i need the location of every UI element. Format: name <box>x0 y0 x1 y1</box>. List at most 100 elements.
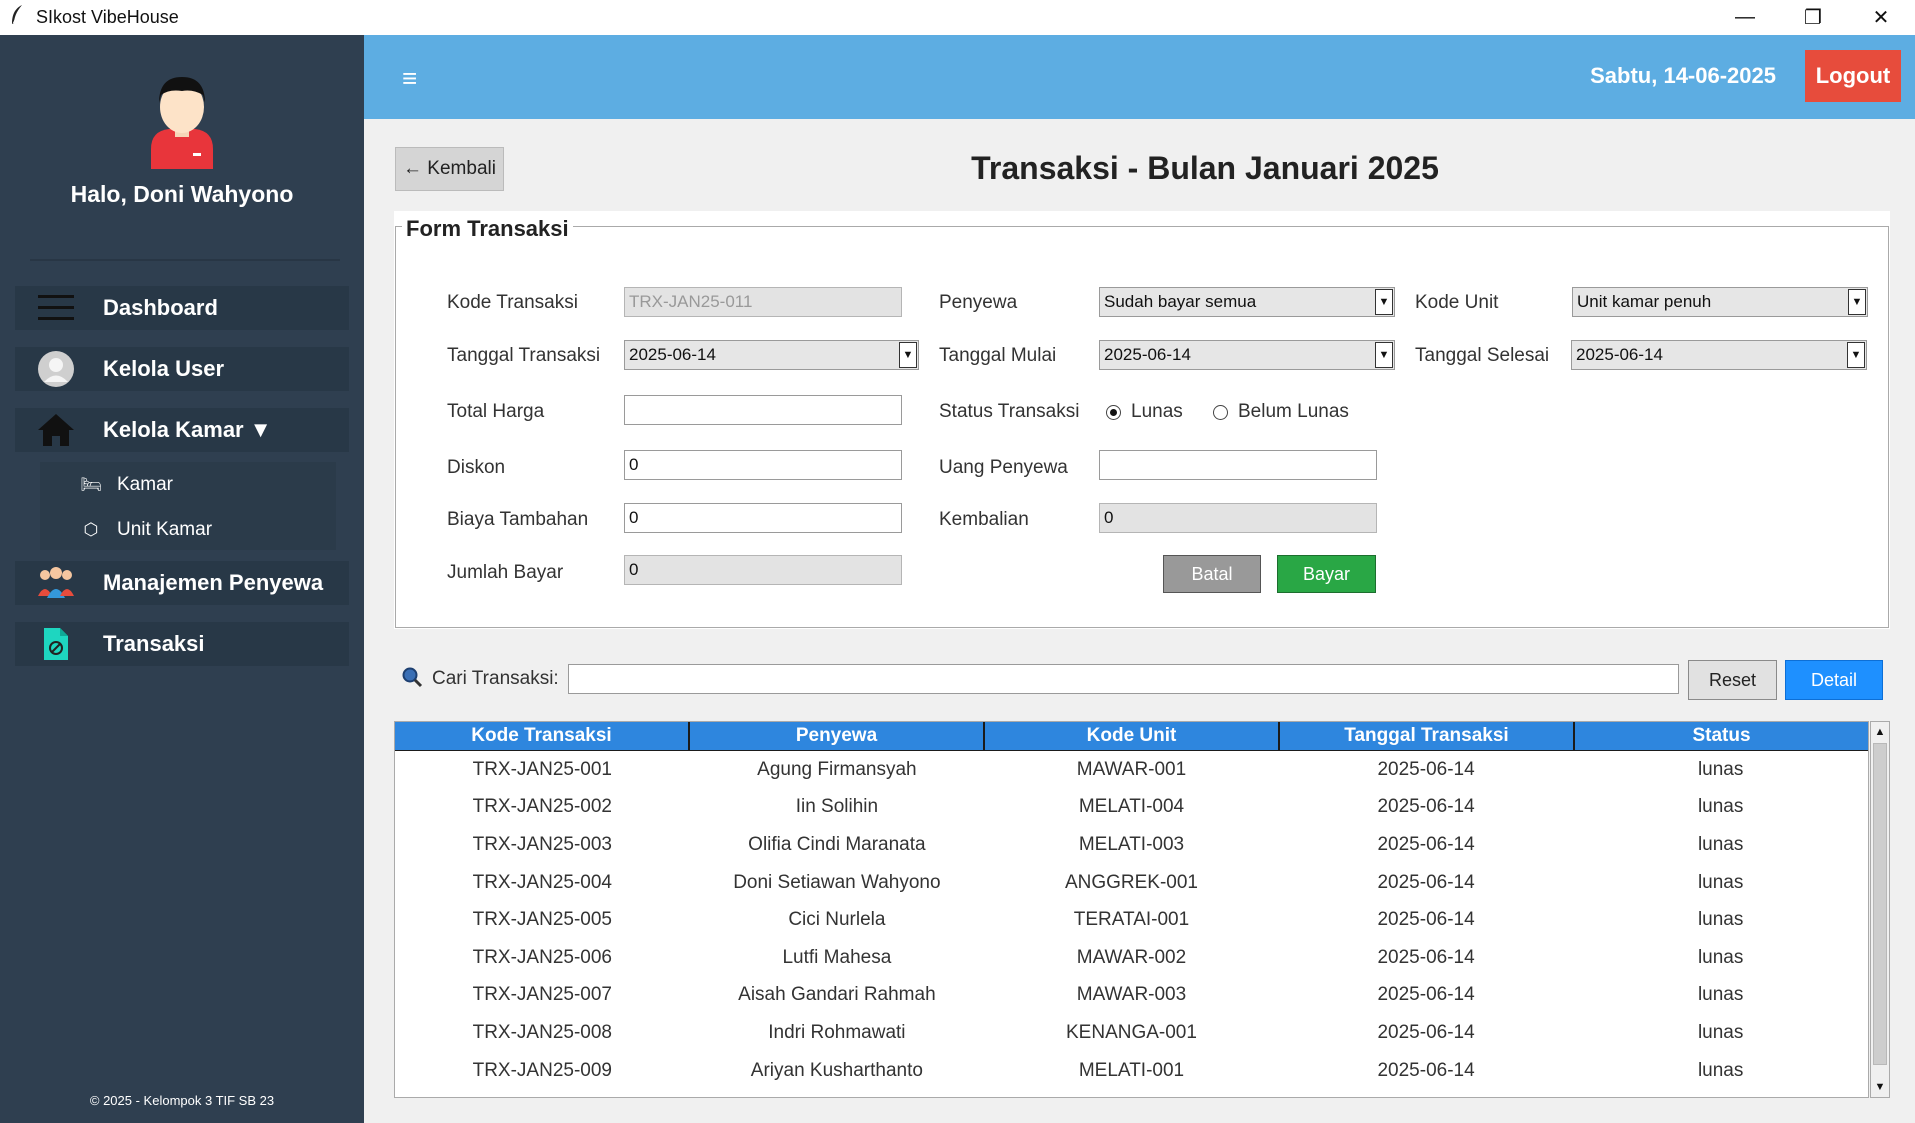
status-belum-lunas-radio[interactable]: Belum Lunas <box>1213 401 1349 423</box>
table-row[interactable]: TRX-JAN25-001 Agung Firmansyah MAWAR-001 20… <box>395 751 1868 789</box>
bayar-button[interactable]: Bayar <box>1277 555 1376 593</box>
tanggal-mulai-label: Tanggal Mulai <box>939 345 1057 366</box>
sidebar-subitem-label: Kamar <box>117 474 173 495</box>
table-row[interactable]: TRX-JAN25-008 Indri Rohmawati KENANGA-001 2… <box>395 1014 1868 1052</box>
batal-button[interactable]: Batal <box>1163 555 1261 593</box>
detail-button[interactable]: Detail <box>1785 660 1883 700</box>
table-cell: 2025-06-14 <box>1377 758 1475 780</box>
tanggal-mulai-value: 2025-06-14 <box>1104 345 1191 364</box>
dropdown-arrow-icon[interactable]: ▼ <box>1847 342 1865 368</box>
table-cell: lunas <box>1697 984 1744 1006</box>
table-cell: Doni Setiawan Wahyono <box>733 871 941 893</box>
column-header[interactable]: Status <box>1575 722 1868 751</box>
kode-unit-value: Unit kamar penuh <box>1577 292 1712 311</box>
scrollbar-thumb[interactable] <box>1873 743 1887 1065</box>
radio-label: Belum Lunas <box>1238 401 1349 422</box>
table-cell: TRX-JAN25-003 <box>472 833 612 855</box>
table-cell: Olifia Cindi Maranata <box>748 833 926 855</box>
table-cell: lunas <box>1697 909 1744 931</box>
table-row[interactable]: TRX-JAN25-004 Doni Setiawan Wahyono ANGGRE… <box>395 864 1868 902</box>
people-icon <box>36 563 76 603</box>
scroll-up-arrow-icon[interactable]: ▲ <box>1871 723 1889 741</box>
table-cell: lunas <box>1697 796 1744 818</box>
table-cell: MAWAR-003 <box>1076 984 1187 1006</box>
table-cell: 2025-06-14 <box>1377 1021 1475 1043</box>
table-row[interactable]: TRX-JAN25-005 Cici Nurlela TERATAI-001 2025… <box>395 901 1868 939</box>
window-titlebar: SIkost VibeHouse — ❐ ✕ <box>0 0 1915 35</box>
uang-penyewa-label: Uang Penyewa <box>939 457 1068 478</box>
table-cell: lunas <box>1697 1021 1744 1043</box>
table-cell: 2025-06-14 <box>1377 946 1475 968</box>
user-avatar-icon <box>145 69 219 169</box>
table-cell: 2025-06-14 <box>1377 871 1475 893</box>
dropdown-arrow-icon[interactable]: ▼ <box>1848 289 1866 315</box>
search-input[interactable] <box>568 664 1679 694</box>
table-cell: MELATI-001 <box>1078 1059 1185 1081</box>
table-cell: Ariyan Kusharthanto <box>750 1059 923 1081</box>
current-date: Sabtu, 14-06-2025 <box>1590 63 1776 88</box>
diskon-label: Diskon <box>447 457 506 478</box>
sidebar-item-manajemen-penyewa[interactable]: Manajemen Penyewa <box>15 561 349 605</box>
close-button[interactable]: ✕ <box>1847 0 1915 35</box>
penyewa-label: Penyewa <box>939 292 1018 313</box>
search-label: Cari Transaksi: <box>432 668 559 689</box>
back-button[interactable]: ← Kembali <box>395 147 504 191</box>
column-header[interactable]: Penyewa <box>690 722 985 751</box>
biaya-tambahan-label: Biaya Tambahan <box>447 509 589 530</box>
minimize-button[interactable]: — <box>1711 0 1779 35</box>
kode-transaksi-field[interactable]: TRX-JAN25-011 <box>624 287 902 317</box>
scroll-down-arrow-icon[interactable]: ▼ <box>1871 1078 1889 1096</box>
table-cell: lunas <box>1697 871 1744 893</box>
kode-unit-combo[interactable]: Unit kamar penuh ▼ <box>1572 287 1868 317</box>
sidebar-item-dashboard[interactable]: Dashboard <box>15 286 349 330</box>
status-lunas-radio[interactable]: Lunas <box>1106 401 1183 423</box>
jumlah-bayar-field[interactable]: 0 <box>624 555 902 585</box>
sidebar-item-label: Kelola User <box>103 356 225 381</box>
tanggal-transaksi-combo[interactable]: 2025-06-14 ▼ <box>624 340 919 370</box>
table-row[interactable]: TRX-JAN25-007 Aisah Gandari Rahmah MAWAR-0… <box>395 977 1868 1015</box>
tanggal-selesai-combo[interactable]: 2025-06-14 ▼ <box>1571 340 1867 370</box>
dropdown-arrow-icon[interactable]: ▼ <box>1375 342 1393 368</box>
reset-button[interactable]: Reset <box>1688 660 1777 700</box>
table-cell: TRX-JAN25-002 <box>472 796 612 818</box>
dropdown-arrow-icon[interactable]: ▼ <box>899 342 917 368</box>
table-row[interactable]: TRX-JAN25-009 Ariyan Kusharthanto MELATI-0… <box>395 1052 1868 1090</box>
sidebar-subitem-kamar[interactable]: 🛏 Kamar <box>40 465 336 505</box>
table-cell: 2025-06-14 <box>1377 1059 1475 1081</box>
table-cell: Agung Firmansyah <box>757 758 917 780</box>
hamburger-menu-button[interactable]: ≡ <box>402 63 417 94</box>
table-row[interactable]: TRX-JAN25-003 Olifia Cindi Maranata MELATI… <box>395 826 1868 864</box>
kembalian-field[interactable]: 0 <box>1099 503 1377 533</box>
logout-button[interactable]: Logout <box>1805 50 1901 102</box>
kembalian-label: Kembalian <box>939 509 1029 530</box>
radio-unselected-icon <box>1213 404 1228 420</box>
table-cell: ANGGREK-001 <box>1064 871 1198 893</box>
diskon-field[interactable]: 0 <box>624 450 902 480</box>
sidebar-subitem-unit-kamar[interactable]: ⬡ Unit Kamar <box>40 510 336 550</box>
sidebar-item-kelola-kamar[interactable]: Kelola Kamar ▼ <box>15 408 349 452</box>
uang-penyewa-field[interactable] <box>1099 450 1377 480</box>
sidebar-item-transaksi[interactable]: Transaksi <box>15 622 349 666</box>
column-header[interactable]: Kode Transaksi <box>395 722 690 751</box>
penyewa-combo[interactable]: Sudah bayar semua ▼ <box>1099 287 1395 317</box>
sidebar-item-kelola-user[interactable]: Kelola User <box>15 347 349 391</box>
bed-icon: 🛏 <box>80 475 102 494</box>
table-row[interactable]: TRX-JAN25-002 Iin Solihin MELATI-004 2025-0… <box>395 789 1868 827</box>
table-cell: TRX-JAN25-007 <box>472 984 612 1006</box>
tanggal-mulai-combo[interactable]: 2025-06-14 ▼ <box>1099 340 1395 370</box>
table-scrollbar[interactable]: ▲ ▼ <box>1870 721 1890 1098</box>
sidebar-item-label: Kelola Kamar ▼ <box>103 417 272 442</box>
column-header[interactable]: Tanggal Transaksi <box>1280 722 1575 751</box>
table-cell: TRX-JAN25-006 <box>472 946 612 968</box>
biaya-tambahan-field[interactable]: 0 <box>624 503 902 533</box>
table-cell: Iin Solihin <box>795 796 879 818</box>
table-cell: lunas <box>1697 833 1744 855</box>
copyright-text: © 2025 - Kelompok 3 TIF SB 23 <box>89 1093 275 1108</box>
total-harga-field[interactable] <box>624 395 902 425</box>
table-cell: TRX-JAN25-009 <box>472 1059 612 1081</box>
dropdown-arrow-icon[interactable]: ▼ <box>1375 289 1393 315</box>
table-row[interactable]: TRX-JAN25-006 Lutfi Mahesa MAWAR-002 2025-0… <box>395 939 1868 977</box>
sidebar: Halo, Doni Wahyono Dashboard Kelola User… <box>0 35 364 1123</box>
column-header[interactable]: Kode Unit <box>985 722 1280 751</box>
restore-button[interactable]: ❐ <box>1779 0 1847 35</box>
